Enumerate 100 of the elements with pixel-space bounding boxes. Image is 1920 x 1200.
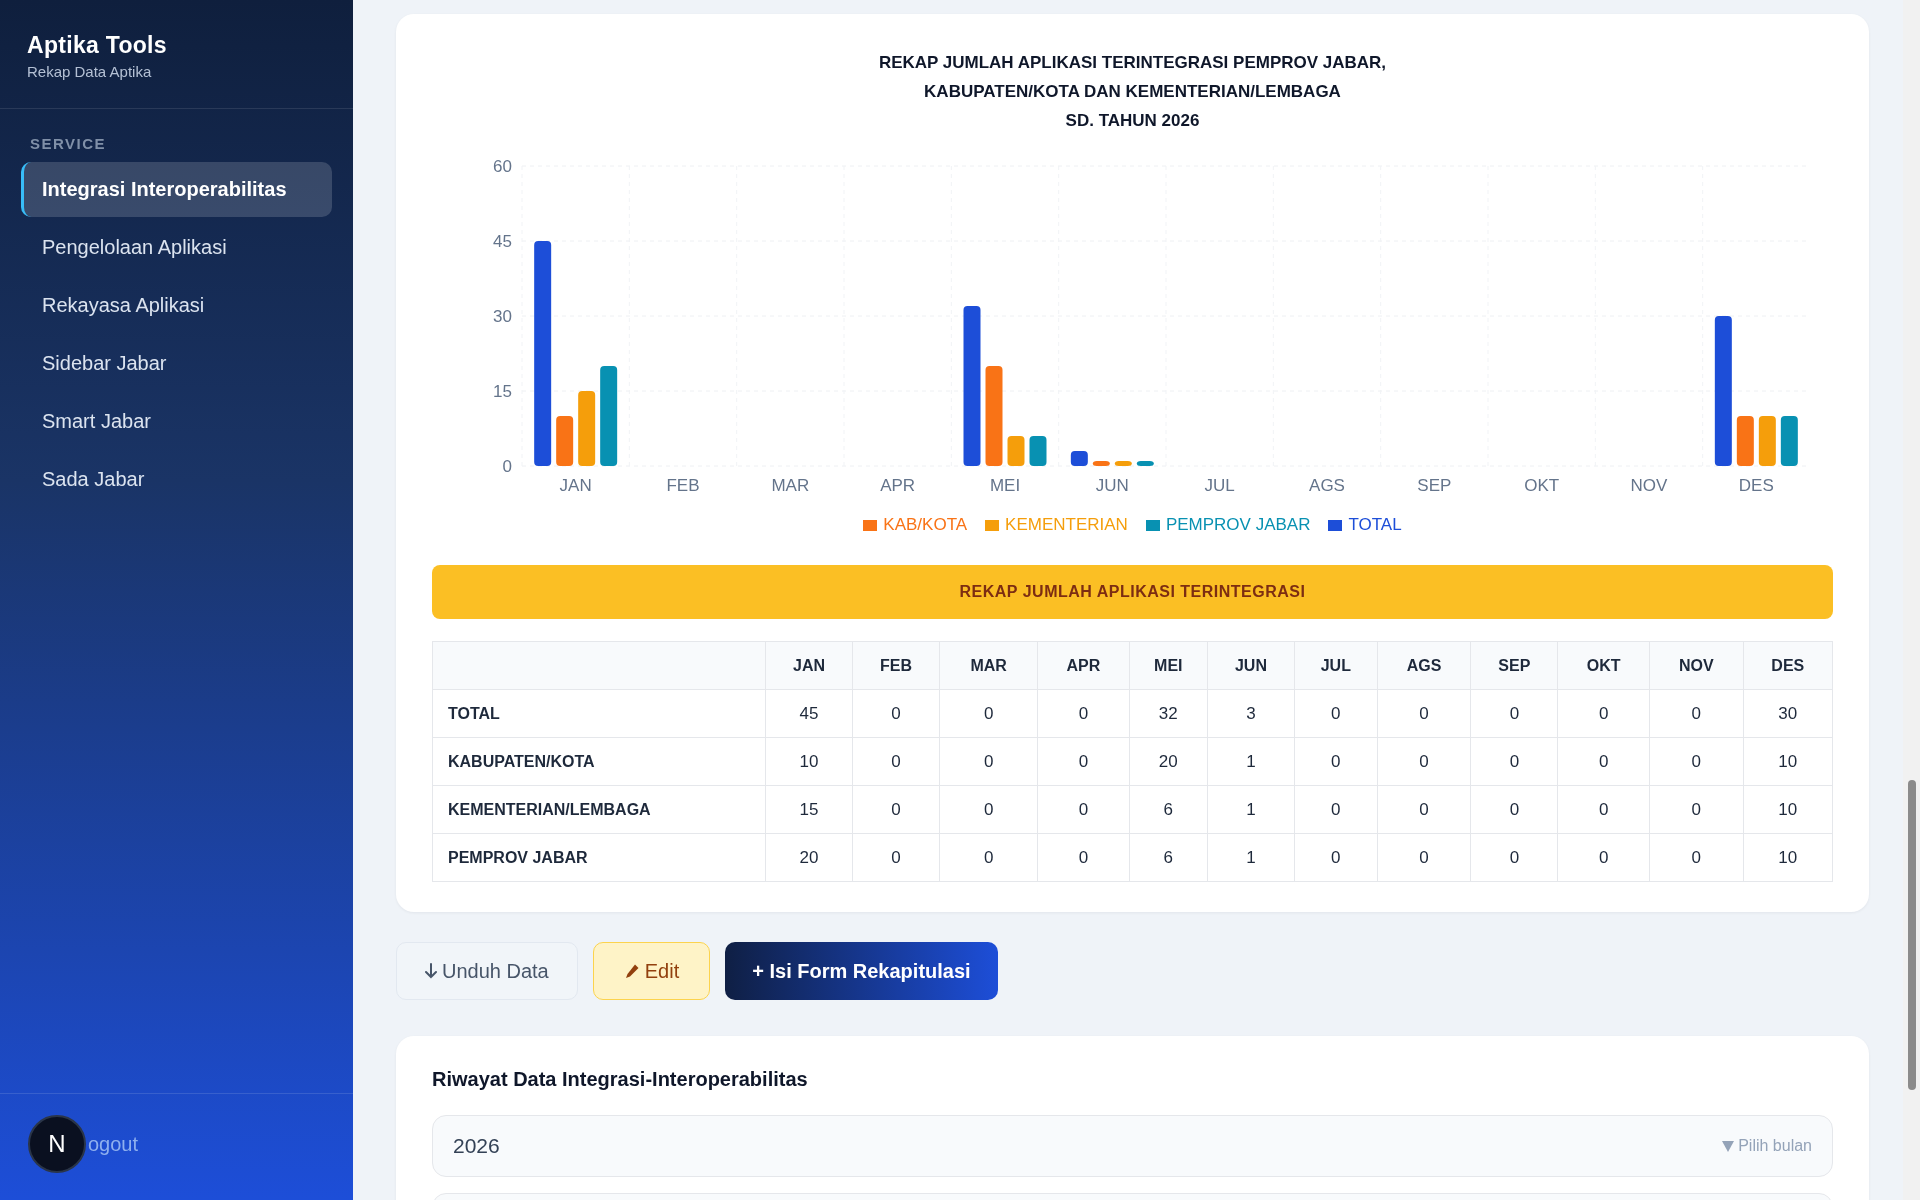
table-cell: 10 xyxy=(765,737,853,786)
table-cell: 0 xyxy=(852,785,940,834)
table-cell: 0 xyxy=(1470,833,1558,882)
sidebar-item[interactable]: Sidebar Jabar xyxy=(21,336,332,391)
table-cell: 0 xyxy=(1470,737,1558,786)
table-cell: 0 xyxy=(939,689,1038,738)
x-tick-label: MAR xyxy=(771,476,810,491)
table-cell: 0 xyxy=(1377,689,1471,738)
table-cell: 10 xyxy=(1743,833,1833,882)
table-cell: 45 xyxy=(765,689,853,738)
column-header: DES xyxy=(1743,641,1833,690)
table-cell: 1 xyxy=(1207,833,1295,882)
chart-bar xyxy=(1758,416,1776,466)
x-tick-label: SEP xyxy=(1417,476,1452,491)
table-cell: 0 xyxy=(1377,833,1471,882)
chart-bar xyxy=(556,416,574,466)
sidebar-item[interactable]: Pengelolaan Aplikasi xyxy=(21,220,332,275)
chart-bar xyxy=(1007,436,1025,466)
scrollbar[interactable] xyxy=(1903,0,1920,1200)
table-cell: 15 xyxy=(765,785,853,834)
x-tick-label: OKT xyxy=(1524,476,1560,491)
y-tick-label: 0 xyxy=(502,457,512,476)
add-form-button[interactable]: + Isi Form Rekapitulasi xyxy=(725,942,998,1000)
chart-bar xyxy=(1092,461,1110,466)
chart-title: REKAP JUMLAH APLIKASI TERINTEGRASI PEMPROV JABAR, KABUPATEN/KOTA DAN KEMENTERIAN/LEMBAGA SD. TAHUN 2026 xyxy=(877,52,1388,132)
table-cell: 0 xyxy=(1294,689,1378,738)
table-cell: 0 xyxy=(852,737,940,786)
x-tick-label: MEI xyxy=(989,476,1021,491)
chart-bar xyxy=(1070,451,1088,466)
y-tick-label: 15 xyxy=(493,382,512,401)
legend-label: TOTAL xyxy=(1348,515,1402,535)
table-cell: 1 xyxy=(1207,785,1295,834)
table-cell: KEMENTERIAN/LEMBAGA xyxy=(432,785,766,834)
x-tick-label: NOV xyxy=(1630,476,1668,491)
edit-button[interactable]: Edit xyxy=(592,942,711,1000)
column-header: AGS xyxy=(1377,641,1471,690)
column-header: MAR xyxy=(939,641,1038,690)
column-header: SEP xyxy=(1470,641,1558,690)
table-cell: 0 xyxy=(1649,833,1744,882)
x-tick-label: AGS xyxy=(1309,476,1345,491)
table-cell: 0 xyxy=(939,785,1038,834)
chart-bar xyxy=(1114,461,1132,466)
table-cell: PEMPROV JABAR xyxy=(432,833,766,882)
table-cell: 0 xyxy=(1557,689,1650,738)
column-header: APR xyxy=(1037,641,1130,690)
table-cell: TOTAL xyxy=(432,689,766,738)
table-cell: 0 xyxy=(1470,785,1558,834)
chart-bar xyxy=(1780,416,1798,466)
column-header: MEI xyxy=(1129,641,1208,690)
table-cell: 30 xyxy=(1743,689,1833,738)
table-cell: 0 xyxy=(1557,833,1650,882)
table-cell: 20 xyxy=(765,833,853,882)
table-cell: 0 xyxy=(1294,785,1378,834)
x-tick-label: FEB xyxy=(666,476,700,491)
table-cell: 0 xyxy=(1470,689,1558,738)
x-tick-label: APR xyxy=(880,476,916,491)
year-value: 2026 xyxy=(453,1134,500,1158)
column-header: FEB xyxy=(852,641,940,690)
table-cell: 0 xyxy=(1037,833,1130,882)
table-cell: KABUPATEN/KOTA xyxy=(432,737,766,786)
pencil-icon xyxy=(623,963,640,979)
table-cell: 0 xyxy=(852,689,940,738)
year-select[interactable]: 2026 Pilih bulan xyxy=(432,1115,1833,1177)
section-title: Riwayat Data Integrasi-Interoperabilitas xyxy=(432,1068,809,1091)
table-cell: 0 xyxy=(1377,737,1471,786)
column-header: JUL xyxy=(1294,641,1378,690)
sidebar-item[interactable]: Sada Jabar xyxy=(21,452,332,507)
down-arrow-icon xyxy=(425,963,437,979)
dev-badge[interactable]: N xyxy=(28,1115,86,1173)
legend-label: KAB/KOTA xyxy=(883,515,968,535)
table-cell: 0 xyxy=(1037,785,1130,834)
y-tick-label: 45 xyxy=(493,232,512,251)
table-cell: 20 xyxy=(1129,737,1208,786)
table-cell: 0 xyxy=(1037,737,1130,786)
app-title: Aptika Tools xyxy=(27,32,168,59)
x-tick-label: JUN xyxy=(1095,476,1129,491)
table-cell: 0 xyxy=(1037,689,1130,738)
x-tick-label: DES xyxy=(1738,476,1774,491)
chart-bar xyxy=(1736,416,1754,466)
sidebar-item[interactable]: Smart Jabar xyxy=(21,394,332,449)
table-cell: 32 xyxy=(1129,689,1208,738)
section-label: SERVICE xyxy=(29,134,108,154)
table-cell: 0 xyxy=(1294,833,1378,882)
column-header: JUN xyxy=(1207,641,1295,690)
table-cell: 0 xyxy=(1649,689,1744,738)
column-header: OKT xyxy=(1557,641,1650,690)
sidebar-item[interactable]: Integrasi Interoperabilitas xyxy=(21,162,332,217)
table-cell: 0 xyxy=(852,833,940,882)
y-tick-label: 60 xyxy=(493,157,512,176)
x-tick-label: JUL xyxy=(1204,476,1235,491)
sidebar-item[interactable]: Rekayasa Aplikasi xyxy=(21,278,332,333)
caret-icon xyxy=(1722,1140,1735,1152)
column-header: JAN xyxy=(765,641,853,690)
chart-bar xyxy=(1029,436,1047,466)
download-button[interactable]: Unduh Data xyxy=(396,942,578,1000)
table-cell: 10 xyxy=(1743,737,1833,786)
y-tick-label: 30 xyxy=(493,307,512,326)
table-cell: 0 xyxy=(939,737,1038,786)
table-cell: 0 xyxy=(939,833,1038,882)
table-cell: 6 xyxy=(1129,785,1208,834)
